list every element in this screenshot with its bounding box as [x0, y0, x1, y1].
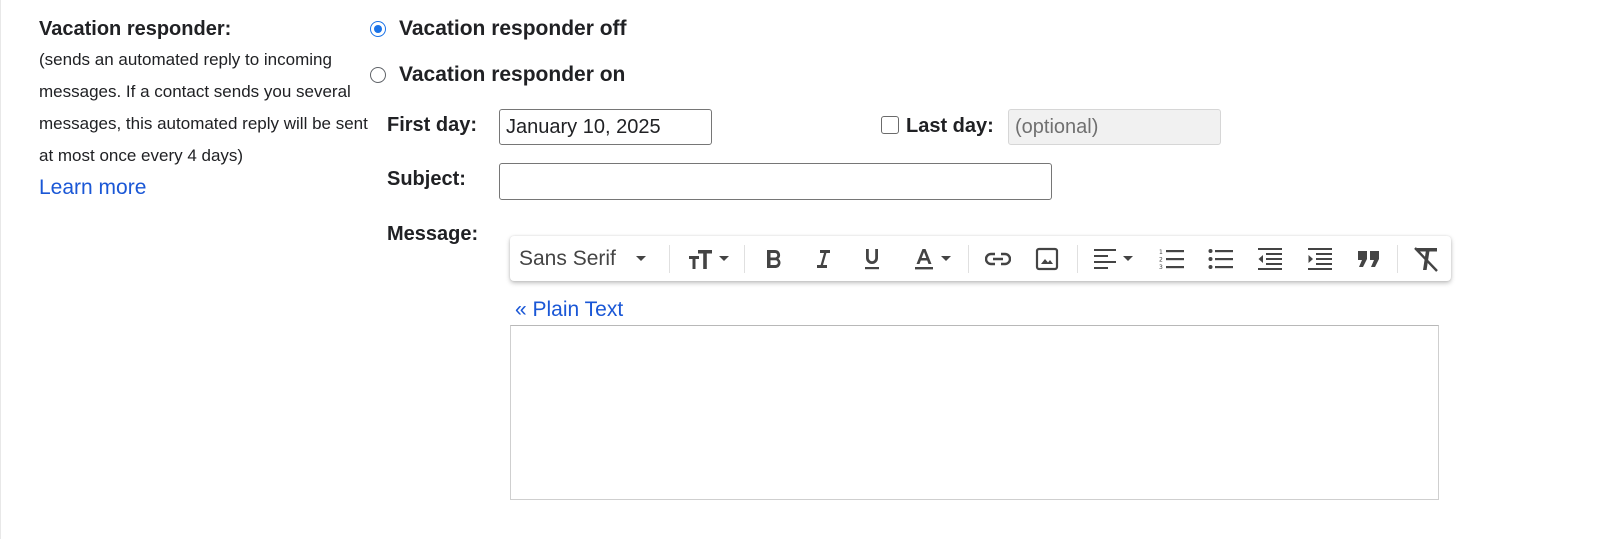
- last-day-label: Last day:: [906, 115, 994, 137]
- insert-image-button[interactable]: [1030, 236, 1064, 281]
- align-icon: [1094, 248, 1116, 269]
- vacation-description: (sends an automated reply to incoming me…: [39, 50, 368, 165]
- first-day-input[interactable]: January 10, 2025: [499, 109, 712, 145]
- image-icon: [1035, 247, 1059, 270]
- quote-button[interactable]: [1352, 236, 1386, 281]
- chevron-down-icon: [1123, 256, 1133, 261]
- indent-more-icon: [1308, 247, 1332, 270]
- toolbar-divider: [968, 245, 969, 273]
- font-family-select[interactable]: Sans Serif: [519, 236, 669, 281]
- toolbar-divider: [744, 245, 745, 273]
- numbered-list-icon: 123: [1159, 249, 1184, 270]
- chevron-down-icon: [718, 256, 729, 261]
- toolbar-divider: [1397, 245, 1398, 273]
- subject-input[interactable]: [499, 163, 1052, 200]
- learn-more-link[interactable]: Learn more: [39, 173, 369, 203]
- subject-label: Subject:: [387, 168, 466, 190]
- formatting-toolbar: Sans Serif 123: [510, 236, 1451, 281]
- chevron-down-icon: [941, 256, 951, 261]
- bulleted-list-button[interactable]: [1204, 236, 1238, 281]
- numbered-list-button[interactable]: 123: [1155, 236, 1189, 281]
- link-icon: [985, 252, 1011, 265]
- quote-icon: [1358, 250, 1379, 267]
- bulleted-list-icon: [1208, 248, 1233, 269]
- insert-link-button[interactable]: [981, 236, 1015, 281]
- toolbar-divider: [1077, 245, 1078, 273]
- svg-text:3: 3: [1159, 264, 1163, 270]
- font-family-value: Sans Serif: [519, 246, 616, 270]
- italic-icon: [817, 249, 830, 268]
- remove-formatting-icon: [1414, 246, 1438, 272]
- svg-text:2: 2: [1159, 256, 1163, 263]
- indent-more-button[interactable]: [1303, 236, 1337, 281]
- chevron-down-icon: [635, 256, 646, 261]
- radio-on-label[interactable]: Vacation responder on: [399, 63, 625, 87]
- indent-less-button[interactable]: [1253, 236, 1287, 281]
- radio-vacation-off[interactable]: Vacation responder off: [370, 17, 627, 41]
- underline-button[interactable]: [856, 236, 888, 281]
- last-day-input[interactable]: (optional): [1008, 109, 1221, 145]
- page-edge: [0, 0, 1, 539]
- align-button[interactable]: [1088, 236, 1138, 281]
- plain-text-link[interactable]: « Plain Text: [515, 298, 623, 322]
- radio-off-label[interactable]: Vacation responder off: [399, 17, 627, 41]
- bold-button[interactable]: [758, 236, 790, 281]
- font-size-button[interactable]: [680, 236, 736, 281]
- bold-icon: [767, 249, 781, 268]
- message-editor[interactable]: [510, 325, 1439, 500]
- first-day-label: First day:: [387, 114, 478, 136]
- radio-on-control[interactable]: [370, 67, 386, 83]
- italic-button[interactable]: [807, 236, 839, 281]
- font-size-icon: [688, 249, 712, 269]
- indent-less-icon: [1258, 247, 1282, 270]
- radio-vacation-on[interactable]: Vacation responder on: [370, 63, 625, 87]
- svg-text:1: 1: [1159, 249, 1163, 256]
- vacation-title: Vacation responder:: [39, 18, 232, 40]
- vacation-description-panel: Vacation responder: (sends an automated …: [39, 14, 369, 203]
- text-color-button[interactable]: [906, 236, 958, 281]
- text-color-icon: [915, 248, 933, 269]
- last-day-checkbox[interactable]: [881, 116, 899, 134]
- underline-icon: [865, 248, 879, 269]
- remove-formatting-button[interactable]: [1408, 236, 1444, 281]
- radio-off-control[interactable]: [370, 21, 386, 37]
- toolbar-divider: [669, 245, 670, 273]
- message-label: Message:: [387, 223, 479, 245]
